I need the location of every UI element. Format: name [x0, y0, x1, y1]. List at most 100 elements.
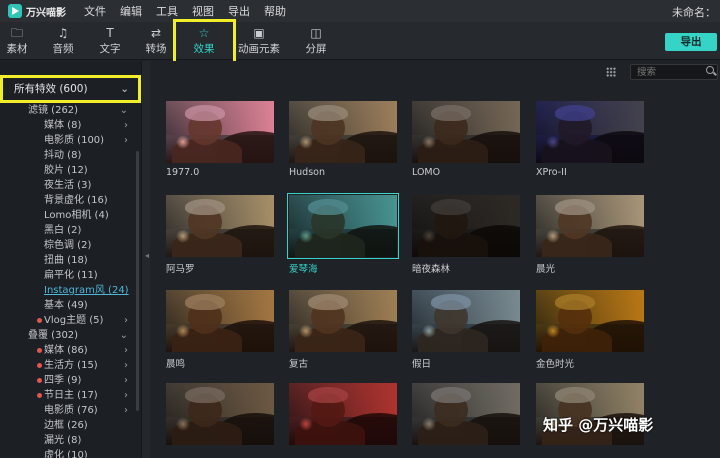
effect-thumbnail[interactable] [166, 195, 274, 257]
effect-label: LOMO [412, 167, 441, 178]
chevron-right-icon[interactable]: › [124, 388, 128, 403]
effect-thumbnail[interactable] [536, 101, 644, 163]
sidebar-item-label: 胶片 (12) [44, 165, 88, 176]
chevron-right-icon[interactable]: › [124, 358, 128, 373]
sidebar-item-label: Lomo相机 (4) [44, 210, 109, 221]
sidebar-item-label: 媒体 (8) [44, 120, 82, 131]
effect-thumbnail[interactable] [289, 290, 397, 352]
effect-label: 1977.0 [166, 167, 200, 178]
chevron-right-icon[interactable]: › [124, 313, 128, 328]
sidebar-item[interactable]: 抖动 (8) [0, 148, 136, 163]
menu-help[interactable]: 帮助 [264, 3, 286, 19]
effect-thumbnail[interactable] [289, 101, 397, 163]
sidebar-item-label: 叠覆 (302) [28, 330, 79, 341]
effect-label: 复古 [289, 359, 309, 370]
effect-thumbnail[interactable] [412, 290, 520, 352]
toolbar: 🗀 素材 ♫ 音频 T 文字 ⇄ 转场 ☆ 效果 ▣ 动画元素 ◫ 分屏 [0, 22, 720, 60]
chevron-right-icon[interactable]: › [124, 403, 128, 418]
sidebar-item[interactable]: Instagram风 (24) [0, 283, 136, 298]
sidebar-scrollbar[interactable] [136, 151, 139, 411]
effect-thumbnail[interactable] [412, 195, 520, 257]
chevron-right-icon[interactable]: › [124, 343, 128, 358]
effects-category-sidebar: 所有特效 (600) ⌄ 滤镜 (262) ⌄ 媒体 (8) › 电影质 (100) › 抖… [0, 61, 141, 458]
sidebar-item[interactable]: 黑白 (2) [0, 223, 136, 238]
sidebar-item[interactable]: 扁平化 (11) [0, 268, 136, 283]
sidebar-item[interactable]: 夜生活 (3) [0, 178, 136, 193]
sidebar-item[interactable]: 媒体 (8) › [0, 118, 136, 133]
split-screen-icon: ◫ [310, 26, 322, 40]
sidebar-item-label: 电影质 (76) [44, 405, 98, 416]
sidebar-item[interactable]: 生活方 (15) › [0, 358, 136, 373]
sidebar-item-label: 生活方 (15) [44, 360, 98, 371]
effect-thumbnail[interactable] [412, 383, 520, 445]
effect-label: XPro-II [536, 167, 567, 178]
effect-thumbnail[interactable] [166, 290, 274, 352]
sidebar-item-label: 电影质 (100) [44, 135, 105, 146]
sidebar-item[interactable]: 漏光 (8) [0, 433, 136, 448]
grid-view-icon[interactable] [606, 67, 616, 77]
watermark: 知乎 @万兴喵影 [543, 416, 654, 434]
sidebar-item[interactable]: 棕色调 (2) [0, 238, 136, 253]
sidebar-item-label: 滤镜 (262) [28, 105, 79, 116]
effect-label: 晨光 [536, 264, 556, 275]
effect-label: 金色时光 [536, 359, 575, 370]
effect-thumbnail[interactable] [166, 383, 274, 445]
new-badge-dot [37, 377, 42, 383]
effect-label: 阿马罗 [166, 264, 195, 275]
tab-elements[interactable]: ▣ 动画元素 [232, 26, 286, 56]
sidebar-item[interactable]: 背景虚化 (16) [0, 193, 136, 208]
chevron-down-icon[interactable]: ⌄ [120, 103, 128, 118]
menu-file[interactable]: 文件 [84, 3, 106, 19]
effect-thumbnail[interactable] [412, 101, 520, 163]
sidebar-item-label: 边框 (26) [44, 420, 88, 431]
chevron-right-icon[interactable]: › [124, 118, 128, 133]
sidebar-item[interactable]: 基本 (49) [0, 298, 136, 313]
effect-thumbnail[interactable] [536, 195, 644, 257]
sidebar-item-label: 夜生活 (3) [44, 180, 92, 191]
effect-thumbnail[interactable] [166, 101, 274, 163]
search-icon[interactable] [706, 66, 714, 74]
menu-edit[interactable]: 编辑 [120, 3, 142, 19]
effect-thumbnail[interactable] [536, 290, 644, 352]
menu-view[interactable]: 视图 [192, 3, 214, 19]
effect-thumbnail[interactable] [289, 383, 397, 445]
sidebar-item[interactable]: 扭曲 (18) [0, 253, 136, 268]
chevron-right-icon[interactable]: › [124, 373, 128, 388]
sidebar-item[interactable]: 四季 (9) › [0, 373, 136, 388]
panel-divider[interactable]: ◂ [141, 61, 150, 458]
chevron-right-icon[interactable]: › [124, 133, 128, 148]
menu-tools[interactable]: 工具 [156, 3, 178, 19]
sidebar-item-label: 抖动 (8) [44, 150, 82, 161]
sidebar-item-label: 漏光 (8) [44, 435, 82, 446]
sidebar-item-label: 扁平化 (11) [44, 270, 98, 281]
search-input[interactable] [630, 64, 718, 80]
sidebar-item[interactable]: 胶片 (12) [0, 163, 136, 178]
export-button[interactable]: 导出 [665, 33, 717, 51]
sidebar-item-label: 虚化 (10) [44, 450, 88, 458]
sidebar-item[interactable]: Lomo相机 (4) [0, 208, 136, 223]
collapse-handle-icon[interactable]: ◂ [145, 251, 149, 260]
sidebar-item[interactable]: 节日主 (17) › [0, 388, 136, 403]
sidebar-item[interactable]: Vlog主题 (5) › [0, 313, 136, 328]
sidebar-item[interactable]: 叠覆 (302) ⌄ [0, 328, 136, 343]
effect-label: 暗夜森林 [412, 264, 451, 275]
sidebar-item[interactable]: 滤镜 (262) ⌄ [0, 103, 136, 118]
sidebar-item[interactable]: 媒体 (86) › [0, 343, 136, 358]
effect-label: 爱琴海 [289, 264, 318, 275]
sidebar-item[interactable]: 边框 (26) [0, 418, 136, 433]
sidebar-item[interactable]: 虚化 (10) [0, 448, 136, 458]
all-effects-highlight-box [0, 75, 141, 103]
sidebar-item[interactable]: 电影质 (76) › [0, 403, 136, 418]
chevron-down-icon[interactable]: ⌄ [120, 328, 128, 343]
tab-audio-label: 音频 [52, 43, 74, 55]
sidebar-item-label: 基本 (49) [44, 300, 88, 311]
tab-elements-label: 动画元素 [238, 43, 280, 55]
tab-split-screen[interactable]: ◫ 分屏 [289, 26, 343, 56]
effect-thumbnail[interactable] [287, 193, 399, 259]
sidebar-item-label: 四季 (9) [44, 375, 82, 386]
sidebar-item[interactable]: 电影质 (100) › [0, 133, 136, 148]
sidebar-item-label: 棕色调 (2) [44, 240, 92, 251]
sidebar-item-label: 黑白 (2) [44, 225, 82, 236]
tab-audio[interactable]: ♫ 音频 [36, 26, 90, 56]
menu-export[interactable]: 导出 [228, 3, 250, 19]
